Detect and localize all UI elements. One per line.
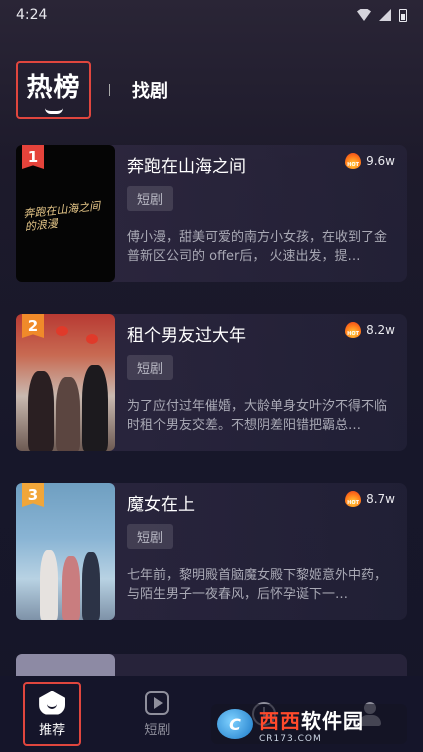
cover-figure bbox=[82, 552, 100, 620]
active-tab-indicator bbox=[44, 108, 63, 114]
list-item[interactable]: 2 租个男友过大年 HOT 8.2w 短剧 为了应付过年催婚，大龄单身女叶汐不得… bbox=[16, 314, 407, 451]
nav-short-drama-label: 短剧 bbox=[144, 722, 171, 738]
top-tabs: 热榜 找剧 bbox=[16, 61, 168, 119]
home-icon bbox=[39, 690, 66, 715]
drama-info: 奔跑在山海之间 HOT 9.6w 短剧 傅小漫，甜美可爱的南方小女孩，在收到了金… bbox=[115, 145, 407, 282]
signal-icon bbox=[379, 9, 391, 21]
genre-tag: 短剧 bbox=[127, 186, 174, 211]
drama-description: 七年前，黎明殿首脑魔女殿下黎姬意外中药，与陌生男子一夜春风，后怀孕诞下一… bbox=[127, 568, 388, 602]
lantern-decoration bbox=[86, 334, 98, 344]
status-bar: 4:24 bbox=[0, 0, 423, 30]
tab-hot-label: 热榜 bbox=[26, 72, 81, 103]
drama-description: 为了应付过年催婚，大龄单身女叶汐不得不临时租个男友交差。不想阴差阳错把霸总… bbox=[127, 399, 388, 433]
lantern-decoration bbox=[56, 326, 68, 336]
genre-tag: 短剧 bbox=[127, 355, 174, 380]
watermark-emblem: C bbox=[217, 709, 253, 739]
drama-cover[interactable]: 奔跑在山海之间的浪漫 1 bbox=[16, 145, 115, 282]
cover-figure bbox=[62, 556, 80, 620]
heat-value: 9.6w bbox=[366, 154, 395, 168]
nav-recommend-label: 推荐 bbox=[39, 722, 66, 738]
cover-figure bbox=[82, 365, 108, 451]
tab-find-drama[interactable]: 找剧 bbox=[132, 77, 168, 103]
hot-list: 奔跑在山海之间的浪漫 1 奔跑在山海之间 HOT 9.6w 短剧 傅小漫，甜美可… bbox=[16, 145, 407, 652]
drama-description: 傅小漫，甜美可爱的南方小女孩，在收到了金普新区公司的 offer后， 火速出发，… bbox=[127, 230, 388, 264]
watermark-logo: C 西西软件园 CR173.COM bbox=[211, 704, 407, 744]
nav-short-drama[interactable]: 短剧 bbox=[127, 682, 187, 746]
wifi-icon bbox=[357, 9, 371, 21]
heat-value: 8.7w bbox=[366, 492, 395, 506]
drama-info: 租个男友过大年 HOT 8.2w 短剧 为了应付过年催婚，大龄单身女叶汐不得不临… bbox=[115, 314, 407, 451]
rank-badge: 2 bbox=[22, 314, 44, 338]
drama-cover[interactable]: 3 bbox=[16, 483, 115, 620]
cover-title-art: 奔跑在山海之间的浪漫 bbox=[22, 199, 101, 234]
rank-badge: 1 bbox=[22, 145, 44, 169]
fire-icon: HOT bbox=[345, 322, 362, 338]
battery-icon bbox=[399, 8, 407, 22]
status-time: 4:24 bbox=[16, 7, 48, 23]
list-item[interactable]: 3 魔女在上 HOT 8.7w 短剧 七年前，黎明殿首脑魔女殿下黎姬意外中药，与… bbox=[16, 483, 407, 620]
tab-hot-list[interactable]: 热榜 bbox=[16, 61, 91, 119]
play-icon bbox=[145, 690, 170, 715]
heat-count: HOT 8.7w bbox=[345, 491, 395, 507]
heat-value: 8.2w bbox=[366, 323, 395, 337]
cover-figure bbox=[28, 371, 54, 451]
list-item[interactable]: 奔跑在山海之间的浪漫 1 奔跑在山海之间 HOT 9.6w 短剧 傅小漫，甜美可… bbox=[16, 145, 407, 282]
tab-divider bbox=[109, 84, 110, 96]
genre-tag: 短剧 bbox=[127, 524, 174, 549]
cover-figure bbox=[56, 377, 80, 451]
nav-recommend[interactable]: 推荐 bbox=[23, 682, 82, 746]
heat-count: HOT 9.6w bbox=[345, 153, 395, 169]
fire-icon: HOT bbox=[345, 153, 362, 169]
cover-figure bbox=[40, 550, 58, 620]
fire-icon: HOT bbox=[345, 491, 362, 507]
drama-info: 魔女在上 HOT 8.7w 短剧 七年前，黎明殿首脑魔女殿下黎姬意外中药，与陌生… bbox=[115, 483, 407, 620]
status-icons bbox=[357, 8, 407, 22]
rank-badge: 3 bbox=[22, 483, 44, 507]
drama-cover[interactable]: 2 bbox=[16, 314, 115, 451]
heat-count: HOT 8.2w bbox=[345, 322, 395, 338]
